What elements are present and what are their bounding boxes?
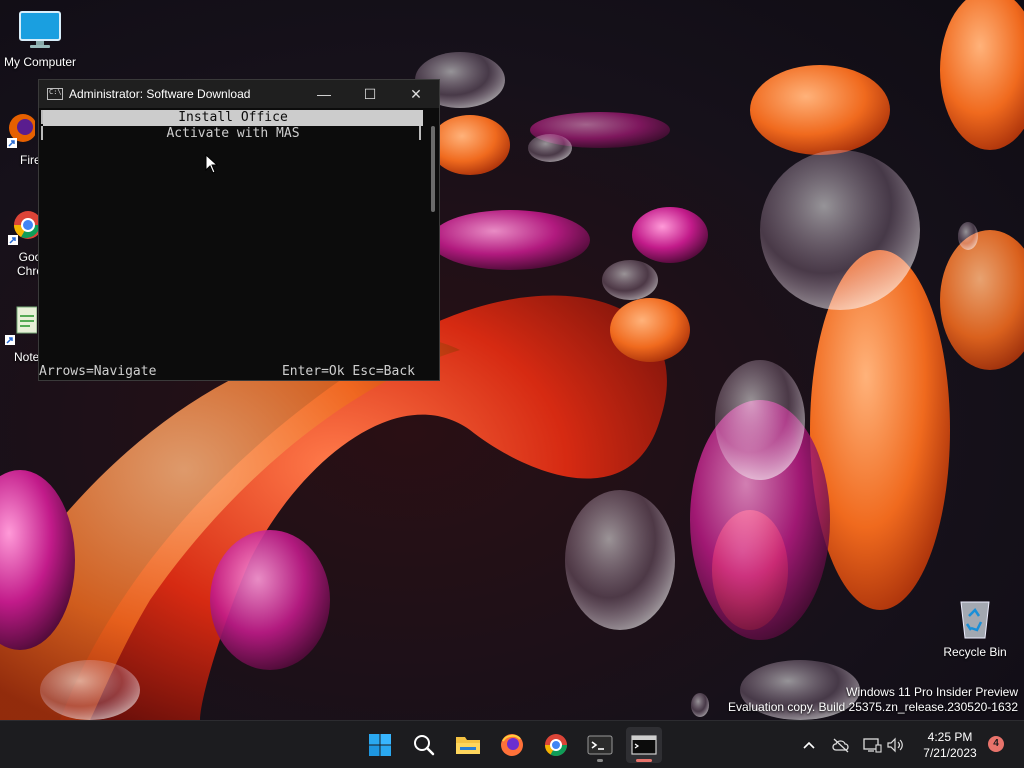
tray-volume-icon[interactable] bbox=[886, 735, 906, 755]
desktop-icon-label: My Computer bbox=[3, 55, 77, 69]
chrome-icon bbox=[545, 734, 567, 756]
clock-time: 4:25 PM bbox=[927, 730, 973, 744]
monitor-icon bbox=[19, 11, 61, 48]
window-titlebar[interactable]: Administrator: Software Download — ☐ ✕ bbox=[39, 80, 439, 108]
taskbar-firefox[interactable] bbox=[494, 727, 530, 763]
desktop-icon-recycle-bin[interactable]: Recycle Bin bbox=[935, 598, 1015, 659]
taskbar-search-button[interactable] bbox=[406, 727, 442, 763]
console-scrollbar[interactable] bbox=[431, 126, 435, 212]
console-icon bbox=[631, 735, 657, 755]
menu-item-install-office[interactable]: Install Office bbox=[43, 110, 423, 126]
desktop-icon-label: Recycle Bin bbox=[943, 645, 1007, 659]
menu-item-activate-with-mas[interactable]: Activate with MAS bbox=[43, 126, 423, 142]
watermark-line-1: Windows 11 Pro Insider Preview bbox=[846, 685, 1018, 699]
close-button[interactable]: ✕ bbox=[393, 80, 439, 108]
console-body[interactable]: Install Office Activate with MAS Arrows=… bbox=[39, 108, 439, 380]
taskbar-start-button[interactable] bbox=[362, 727, 398, 763]
taskbar-console[interactable] bbox=[626, 727, 662, 763]
firefox-icon bbox=[7, 114, 37, 148]
tray-cloud-offline-icon[interactable] bbox=[831, 735, 851, 755]
taskbar-terminal[interactable] bbox=[582, 727, 618, 763]
taskbar: 4:25 PM 7/21/2023 4 bbox=[0, 720, 1024, 768]
window-title: Administrator: Software Download bbox=[69, 87, 251, 101]
maximize-button[interactable]: ☐ bbox=[347, 80, 393, 108]
windows-logo-icon bbox=[369, 734, 391, 756]
terminal-icon bbox=[587, 735, 613, 755]
active-indicator bbox=[636, 759, 652, 762]
mouse-cursor-icon bbox=[205, 154, 219, 174]
footer-help-navigate: Arrows=Navigate bbox=[39, 364, 157, 379]
search-icon bbox=[414, 735, 435, 756]
footer-help-keys: Enter=Ok Esc=Back bbox=[281, 364, 415, 379]
recycle-bin-icon bbox=[960, 601, 990, 639]
desktop-icon-label: Notep bbox=[14, 350, 47, 364]
console-app-icon bbox=[47, 88, 63, 100]
console-window[interactable]: Administrator: Software Download — ☐ ✕ I… bbox=[38, 79, 440, 381]
firefox-icon bbox=[501, 734, 523, 756]
os-watermark: Windows 11 Pro Insider Preview Evaluatio… bbox=[728, 685, 1018, 715]
notepad-icon bbox=[5, 306, 38, 345]
desktop-icon-my-computer[interactable]: My Computer bbox=[0, 10, 80, 69]
clock-date: 7/21/2023 bbox=[923, 746, 977, 760]
desktop-icon-label: Fire bbox=[20, 153, 41, 167]
watermark-line-2: Evaluation copy. Build 25375.zn_release.… bbox=[728, 700, 1018, 714]
notification-badge[interactable]: 4 bbox=[988, 736, 1004, 752]
minimize-button[interactable]: — bbox=[301, 80, 347, 108]
running-indicator bbox=[597, 759, 603, 762]
taskbar-file-explorer[interactable] bbox=[450, 727, 486, 763]
taskbar-chrome[interactable] bbox=[538, 727, 574, 763]
desktop-icon-firefox[interactable]: Fire bbox=[0, 110, 41, 167]
desktop-icon-notepad[interactable]: Notep bbox=[0, 305, 47, 364]
chrome-icon bbox=[8, 211, 42, 245]
taskbar-clock[interactable]: 4:25 PM 7/21/2023 bbox=[912, 729, 988, 761]
folder-icon bbox=[456, 737, 480, 754]
tray-network-icon[interactable] bbox=[862, 735, 882, 755]
tray-overflow-chevron-icon[interactable] bbox=[799, 735, 819, 755]
